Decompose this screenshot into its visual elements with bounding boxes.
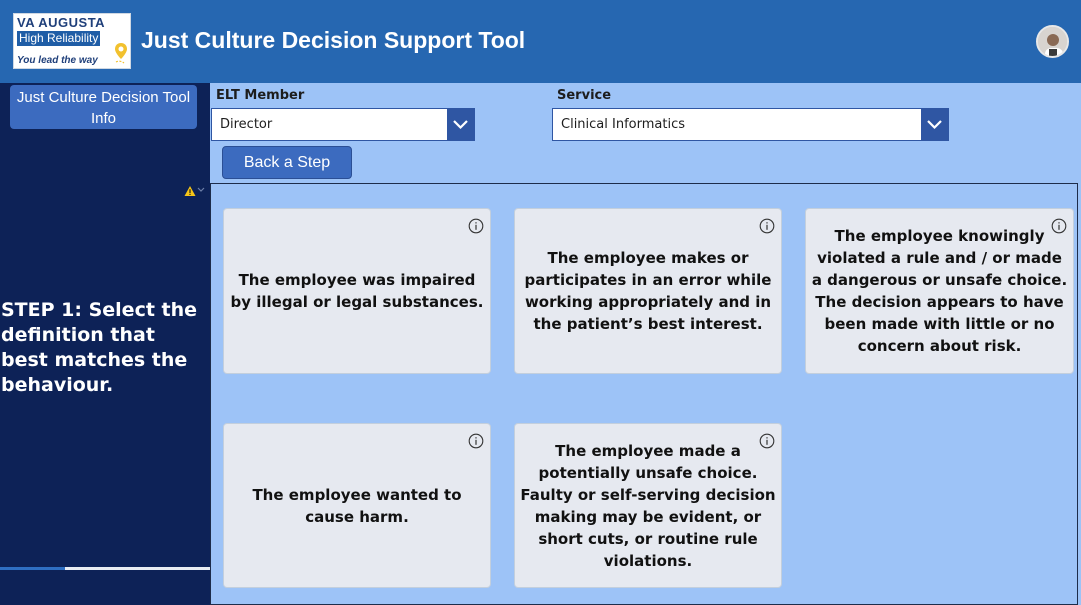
definition-card-violation[interactable]: The employee knowingly violated a rule a… bbox=[805, 208, 1074, 374]
elt-member-dropdown[interactable]: Director bbox=[211, 108, 475, 141]
definition-text: The employee knowingly violated a rule a… bbox=[811, 227, 1068, 355]
info-icon[interactable] bbox=[759, 433, 775, 449]
logo-line-3: You lead the way bbox=[17, 55, 98, 66]
info-icon[interactable] bbox=[468, 218, 484, 234]
elt-member-label: ELT Member bbox=[216, 88, 305, 103]
elt-member-value: Director bbox=[220, 117, 273, 132]
definition-text: The employee was impaired by illegal or … bbox=[230, 271, 484, 311]
user-avatar[interactable] bbox=[1036, 25, 1069, 58]
chevron-down-icon[interactable] bbox=[197, 185, 205, 195]
definition-text: The employee wanted to cause harm. bbox=[252, 485, 462, 526]
progress-fill bbox=[0, 567, 66, 570]
tool-info-button[interactable]: Just Culture Decision Tool Info bbox=[10, 85, 197, 129]
definition-card-error[interactable]: The employee makes or participates in an… bbox=[514, 208, 782, 374]
definition-card-impaired[interactable]: The employee was impaired by illegal or … bbox=[223, 208, 491, 374]
info-icon[interactable] bbox=[468, 433, 484, 449]
step-instruction: STEP 1: Select the definition that best … bbox=[1, 299, 198, 396]
definition-card-harm[interactable]: The employee wanted to cause harm. bbox=[223, 423, 491, 588]
app-title: Just Culture Decision Support Tool bbox=[141, 27, 526, 53]
definition-text: The employee makes or participates in an… bbox=[524, 249, 772, 333]
service-label: Service bbox=[557, 88, 612, 103]
service-dropdown[interactable]: Clinical Informatics bbox=[552, 108, 949, 141]
va-augusta-logo: VA AUGUSTA High Reliability You lead the… bbox=[13, 13, 131, 69]
logo-line-2: High Reliability bbox=[17, 31, 101, 46]
back-a-step-button[interactable]: Back a Step bbox=[222, 146, 352, 179]
progress-bar bbox=[0, 567, 210, 570]
info-icon[interactable] bbox=[1051, 218, 1067, 234]
definition-card-unsafe-choice[interactable]: The employee made a potentially unsafe c… bbox=[514, 423, 782, 588]
warning-icon[interactable] bbox=[184, 185, 196, 197]
service-value: Clinical Informatics bbox=[561, 117, 685, 132]
logo-line-1: VA AUGUSTA bbox=[17, 15, 106, 30]
chevron-down-icon[interactable] bbox=[447, 109, 474, 140]
definition-text: The employee made a potentially unsafe c… bbox=[520, 441, 776, 570]
location-pin-icon bbox=[115, 43, 127, 64]
chevron-down-icon[interactable] bbox=[921, 109, 948, 140]
info-icon[interactable] bbox=[759, 218, 775, 234]
